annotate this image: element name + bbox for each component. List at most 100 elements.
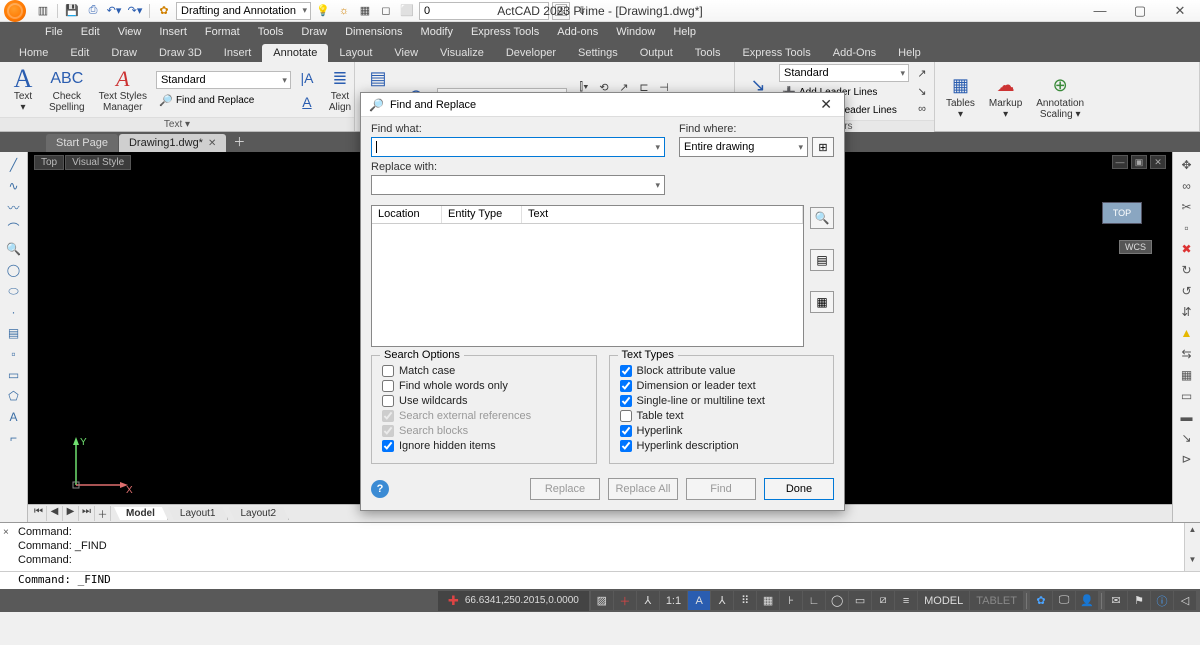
text-panel-title[interactable]: Text ▾: [0, 117, 354, 131]
warn-icon[interactable]: ▲: [1177, 324, 1197, 342]
mirror-v-icon[interactable]: ⇆: [1177, 345, 1197, 363]
menu-file[interactable]: File: [36, 22, 72, 42]
list-results-button[interactable]: ▤: [810, 249, 834, 271]
sb-ratio[interactable]: 1:1: [660, 591, 687, 610]
leader-tool-b[interactable]: ↘: [913, 82, 931, 100]
whole-words-checkbox[interactable]: Find whole words only: [382, 380, 586, 392]
menu-addons[interactable]: Add-ons: [548, 22, 607, 42]
sb-ortho-icon[interactable]: ⊦: [780, 591, 802, 610]
replace-with-input[interactable]: [371, 175, 665, 195]
region-tool-icon[interactable]: ▫: [4, 345, 24, 363]
rotate-cw-icon[interactable]: ↻: [1177, 261, 1197, 279]
create-selection-button[interactable]: ▦: [810, 291, 834, 313]
hatch-tool-icon[interactable]: ▤: [4, 324, 24, 342]
more-icon[interactable]: ↘: [1177, 429, 1197, 447]
zoom-to-button[interactable]: 🔍: [810, 207, 834, 229]
text-styles-button[interactable]: AText Styles Manager: [94, 64, 152, 115]
rotate-ccw-icon[interactable]: ↺: [1177, 282, 1197, 300]
box-icon[interactable]: ▫: [1177, 219, 1197, 237]
leader-style-combo[interactable]: Standard: [779, 64, 909, 82]
spline-tool-icon[interactable]: 〰: [4, 198, 24, 216]
block-attr-checkbox[interactable]: Block attribute value: [620, 365, 824, 377]
sb-snapgrid-icon[interactable]: ▦: [757, 591, 779, 610]
viewport-top-label[interactable]: Top: [34, 155, 64, 170]
maximize-icon[interactable]: ⬜: [398, 2, 416, 20]
add-tab-button[interactable]: ＋: [227, 131, 251, 152]
window-icon[interactable]: ◻: [377, 2, 395, 20]
vp-restore-icon[interactable]: ▣: [1131, 155, 1147, 169]
tab-express[interactable]: Express Tools: [731, 44, 821, 62]
sb-anno-icon[interactable]: A: [688, 591, 710, 610]
hyperlink-desc-checkbox[interactable]: Hyperlink description: [620, 440, 824, 452]
sb-settings-icon[interactable]: ✿: [1030, 591, 1052, 610]
point-tool-icon[interactable]: ·: [4, 303, 24, 321]
hyperlink-checkbox[interactable]: Hyperlink: [620, 425, 824, 437]
tab-draw3d[interactable]: Draw 3D: [148, 44, 213, 62]
gear-icon[interactable]: ✿: [155, 2, 173, 20]
view-cube[interactable]: TOP: [1102, 202, 1142, 224]
select-icon[interactable]: ▬: [1177, 408, 1197, 426]
command-input[interactable]: Command: _FIND: [0, 571, 1200, 589]
sb-scale-icon[interactable]: ⅄: [711, 591, 733, 610]
sb-model[interactable]: MODEL: [918, 591, 969, 610]
link-icon[interactable]: ∞: [1177, 177, 1197, 195]
sb-lwt-icon[interactable]: ≡: [895, 591, 917, 610]
menu-window[interactable]: Window: [607, 22, 664, 42]
text-height-icon[interactable]: |A: [295, 66, 319, 90]
tab-output[interactable]: Output: [629, 44, 684, 62]
command-scrollbar[interactable]: ▲▼: [1184, 523, 1200, 571]
new-icon[interactable]: ▥: [34, 2, 52, 20]
layout-1[interactable]: Layout1: [168, 507, 229, 520]
layout-2[interactable]: Layout2: [228, 507, 289, 520]
menu-view[interactable]: View: [109, 22, 151, 42]
close-button[interactable]: ✕: [1160, 0, 1200, 22]
menu-dimensions[interactable]: Dimensions: [336, 22, 411, 42]
ellipse-tool-icon[interactable]: ⬭: [4, 282, 24, 300]
layout-prev-icon[interactable]: ◀: [47, 506, 63, 521]
extra-icon[interactable]: ⊳: [1177, 450, 1197, 468]
close-tab-icon[interactable]: ✕: [208, 138, 216, 149]
cut-icon[interactable]: ✂: [1177, 198, 1197, 216]
check-spelling-button[interactable]: ABCCheck Spelling: [44, 64, 90, 115]
single-multi-checkbox[interactable]: Single-line or multiline text: [620, 395, 824, 407]
grid-snap-icon[interactable]: ▦: [1177, 366, 1197, 384]
markup-button[interactable]: ☁Markup ▾: [984, 71, 1027, 122]
tab-settings[interactable]: Settings: [567, 44, 629, 62]
find-button[interactable]: Find: [686, 478, 756, 500]
maximize-button[interactable]: ▢: [1120, 0, 1160, 22]
tab-view[interactable]: View: [383, 44, 429, 62]
tab-edit[interactable]: Edit: [59, 44, 100, 62]
tab-drawing1[interactable]: Drawing1.dwg*✕: [119, 134, 226, 152]
menu-edit[interactable]: Edit: [72, 22, 109, 42]
redo-icon[interactable]: ↷▾: [126, 2, 144, 20]
replace-button[interactable]: Replace: [530, 478, 600, 500]
table-text-checkbox[interactable]: Table text: [620, 410, 824, 422]
layout-add-icon[interactable]: ＋: [95, 506, 111, 521]
menu-express-tools[interactable]: Express Tools: [462, 22, 548, 42]
polyline-tool-icon[interactable]: ∿: [4, 177, 24, 195]
grid-icon[interactable]: ▦: [356, 2, 374, 20]
tab-addons[interactable]: Add-Ons: [822, 44, 887, 62]
match-case-checkbox[interactable]: Match case: [382, 365, 586, 377]
workspace-selector[interactable]: Drafting and Annotation: [176, 2, 311, 20]
sb-dyn-icon[interactable]: ⧄: [872, 591, 894, 610]
layout-model[interactable]: Model: [114, 507, 168, 520]
find-what-input[interactable]: [371, 137, 665, 157]
sb-monitor-icon[interactable]: 🖵: [1053, 591, 1075, 610]
text-button[interactable]: AText ▾: [6, 64, 40, 115]
sb-user-icon[interactable]: 👤: [1076, 591, 1098, 610]
tables-button[interactable]: ▦Tables ▾: [941, 71, 980, 122]
layout-last-icon[interactable]: ⏭: [79, 506, 95, 521]
minimize-button[interactable]: —: [1080, 0, 1120, 22]
text-align-button[interactable]: ≣Text Align: [323, 64, 357, 115]
menu-help[interactable]: Help: [664, 22, 705, 42]
bulb-icon[interactable]: 💡: [314, 2, 332, 20]
replace-all-button[interactable]: Replace All: [608, 478, 678, 500]
ignore-hidden-checkbox[interactable]: Ignore hidden items: [382, 440, 586, 452]
delete-icon[interactable]: ✖: [1177, 240, 1197, 258]
layout-first-icon[interactable]: ⏮: [31, 506, 47, 521]
find-replace-ribbon-button[interactable]: 🔎Find and Replace: [156, 92, 291, 108]
zoom-tool-icon[interactable]: 🔍: [4, 240, 24, 258]
sb-grid-icon[interactable]: ⠿: [734, 591, 756, 610]
fillet-tool-icon[interactable]: ⌐: [4, 429, 24, 447]
